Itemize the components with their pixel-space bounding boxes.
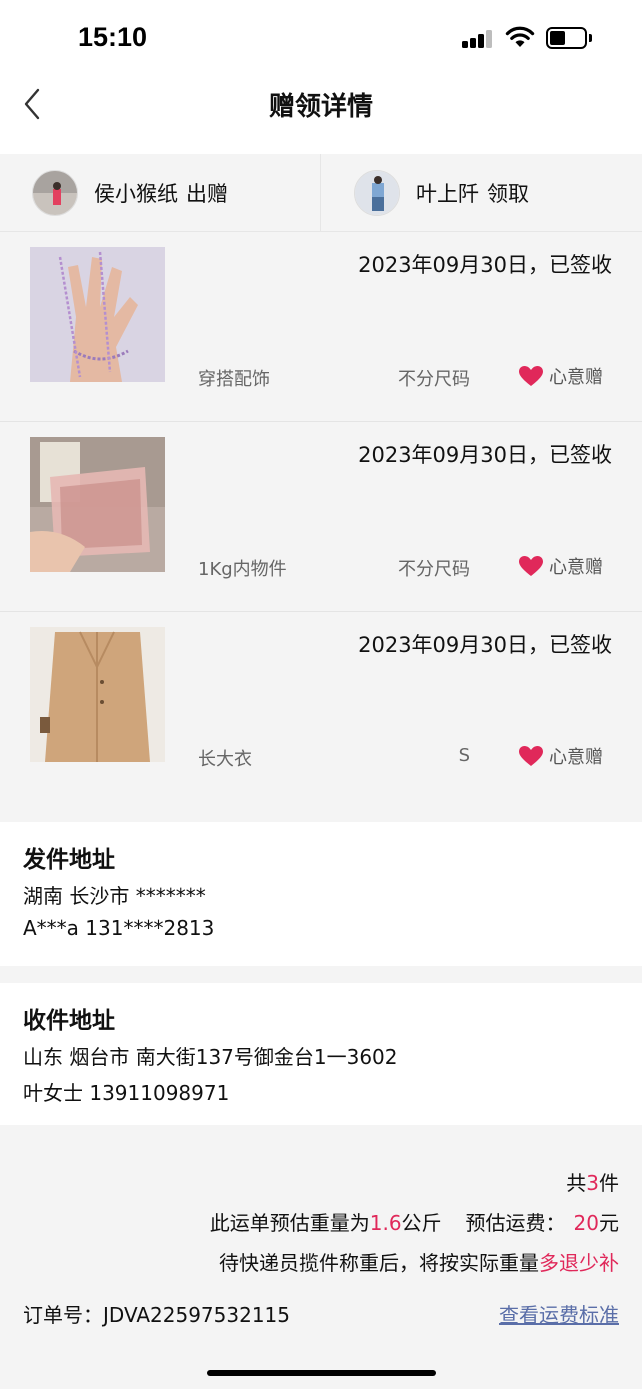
item-count-value: 3 xyxy=(586,1171,599,1195)
reweigh-note-text: 待快递员揽件称重后，将按实际重量 xyxy=(219,1251,539,1275)
heart-icon xyxy=(519,366,543,386)
nav-bar: 赠领详情 xyxy=(0,72,642,154)
taker-avatar[interactable] xyxy=(354,170,400,216)
item-size: 不分尺码 xyxy=(398,369,470,390)
wifi-icon xyxy=(505,26,535,47)
home-indicator[interactable] xyxy=(207,1370,436,1376)
receiver-address: 山东 烟台市 南大街137号御金台1一3602 xyxy=(23,1045,398,1069)
receiver-address-card: 收件地址 山东 烟台市 南大街137号御金台1一3602 叶女士 1391109… xyxy=(0,983,642,1125)
item-count-suffix: 件 xyxy=(599,1171,619,1195)
item-count-prefix: 共 xyxy=(566,1171,587,1195)
taker-profile[interactable]: 叶上阡 领取 xyxy=(354,154,529,232)
item-tag: 心意赠 xyxy=(518,743,603,769)
order-number: 订单号：JDVA22597532115 xyxy=(23,1299,290,1328)
item-tag-label: 心意赠 xyxy=(549,747,603,768)
fee-value: 20 xyxy=(573,1211,599,1235)
item-category: 穿搭配饰 xyxy=(198,369,270,390)
weight-fee-row: 此运单预估重量为1.6公斤 预估运费： 20元 xyxy=(210,1207,619,1236)
cellular-signal-icon xyxy=(462,30,494,48)
item-size: 不分尺码 xyxy=(398,559,470,580)
fee-unit: 元 xyxy=(599,1211,619,1235)
item-row[interactable]: 2023年09月30日，已签收 1Kg内物件 不分尺码 心意赠 xyxy=(0,422,642,612)
sender-address-region: 湖南 长沙市 ******* xyxy=(23,884,206,908)
shipping-summary: 共3件 此运单预估重量为1.6公斤 预估运费： 20元 待快递员揽件称重后，将按实际… xyxy=(0,1125,642,1389)
item-size: S xyxy=(458,745,470,766)
fee-label: 预估运费： xyxy=(465,1211,566,1235)
heart-icon xyxy=(519,746,543,766)
item-row[interactable]: 2023年09月30日，已签收 长大衣 S 心意赠 xyxy=(0,612,642,802)
item-thumbnail[interactable] xyxy=(30,627,165,762)
item-count: 共3件 xyxy=(566,1167,619,1196)
item-category: 1Kg内物件 xyxy=(198,559,287,580)
item-thumbnail[interactable] xyxy=(30,247,165,382)
taker-name: 叶上阡 xyxy=(416,182,479,206)
receiver-contact: 叶女士 13911098971 xyxy=(23,1081,230,1105)
sender-address-card: 发件地址 湖南 长沙市 ******* A***a 131****2813 xyxy=(0,822,642,966)
receiver-address-title: 收件地址 xyxy=(23,1008,115,1034)
item-date-status: 2023年09月30日，已签收 xyxy=(358,443,612,467)
page-title: 赠领详情 xyxy=(268,92,373,122)
sender-address-title: 发件地址 xyxy=(23,847,115,873)
giver-name: 侯小猴纸 xyxy=(94,182,178,206)
battery-icon xyxy=(546,27,592,49)
item-date-status: 2023年09月30日，已签收 xyxy=(358,253,612,277)
status-bar: 15:10 xyxy=(0,0,642,72)
order-number-value: JDVA22597532115 xyxy=(103,1303,291,1327)
view-fee-standard-link[interactable]: 查看运费标准 xyxy=(499,1299,619,1328)
item-category: 长大衣 xyxy=(198,749,252,770)
people-divider xyxy=(320,154,321,232)
giver-profile[interactable]: 侯小猴纸 出赠 xyxy=(32,154,228,232)
giver-avatar[interactable] xyxy=(32,170,78,216)
item-list: 2023年09月30日，已签收 穿搭配饰 不分尺码 心意赠 2023年09月30… xyxy=(0,232,642,802)
taker-action: 领取 xyxy=(487,182,529,206)
item-date-status: 2023年09月30日，已签收 xyxy=(358,633,612,657)
item-thumbnail[interactable] xyxy=(30,437,165,572)
giver-taker-row: 侯小猴纸 出赠 叶上阡 领取 xyxy=(0,154,642,232)
item-row[interactable]: 2023年09月30日，已签收 穿搭配饰 不分尺码 心意赠 xyxy=(0,232,642,422)
item-tag-label: 心意赠 xyxy=(549,367,603,388)
item-tag: 心意赠 xyxy=(518,363,603,389)
heart-icon xyxy=(519,556,543,576)
item-tag-label: 心意赠 xyxy=(549,557,603,578)
giver-action: 出赠 xyxy=(186,182,228,206)
reweigh-note-accent: 多退少补 xyxy=(539,1251,619,1275)
item-tag: 心意赠 xyxy=(518,553,603,579)
reweigh-note: 待快递员揽件称重后，将按实际重量多退少补 xyxy=(219,1247,619,1276)
weight-value: 1.6 xyxy=(369,1211,402,1235)
weight-unit: 公斤 xyxy=(401,1211,442,1235)
sender-contact: A***a 131****2813 xyxy=(23,916,215,940)
status-time: 15:10 xyxy=(78,22,148,52)
order-number-label: 订单号： xyxy=(23,1303,103,1327)
weight-label: 此运单预估重量为 xyxy=(209,1211,370,1235)
